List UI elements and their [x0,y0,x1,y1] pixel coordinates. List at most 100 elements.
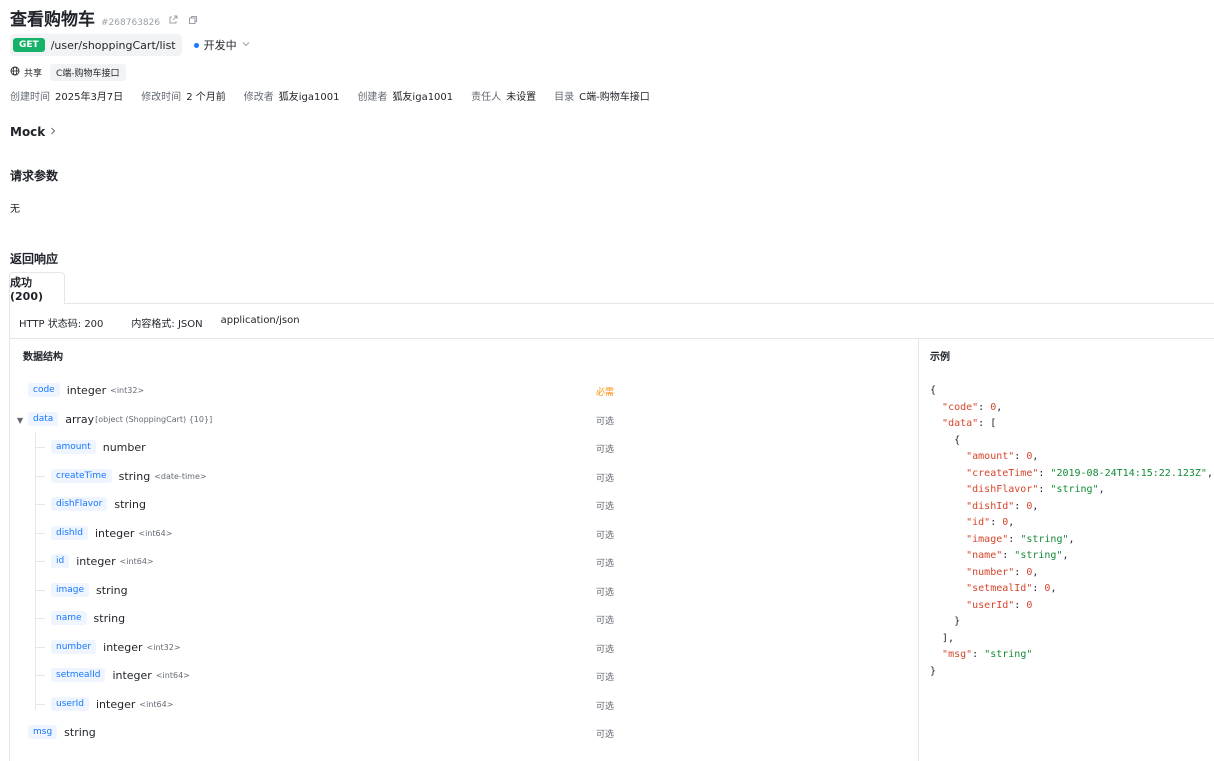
globe-icon [10,66,20,79]
field-name[interactable]: data [28,412,59,426]
meta-row: 创建时间 2025年3月7日 修改时间 2 个月前 修改者 狐友iga1001 创建者… [10,88,650,103]
tree-branch [35,561,45,562]
field-name[interactable]: setmealId [51,668,106,682]
field-row: data array [object (ShoppingCart) {10}] [28,410,212,428]
tree-branch [35,647,45,648]
field-required: 可选 [596,616,615,626]
meta-modifier: 修改者 狐友iga1001 [243,92,340,103]
field-format: [object (ShoppingCart) {10}] [95,414,213,424]
folder-tag[interactable]: C端-购物车接口 [50,64,126,81]
endpoint-path-box[interactable]: GET /user/shoppingCart/list [10,34,182,56]
field-name[interactable]: code [28,383,60,397]
field-type: integer [76,554,116,568]
content-format: 内容格式: JSON [131,319,203,330]
schema-column-header: 数据结构 [23,352,63,363]
field-name[interactable]: msg [28,725,58,739]
meta-creator: 创建者 狐友iga1001 [357,92,454,103]
tree-branch [35,533,45,534]
field-type: string [118,469,151,483]
method-badge: GET [13,38,45,52]
collapse-caret-icon[interactable]: ▼ [17,416,23,425]
field-row: createTime string <date-time> [51,467,207,485]
http-status: HTTP 状态码: 200 [19,319,104,330]
field-name[interactable]: number [51,640,97,654]
field-row: setmealId integer <int64> [51,666,190,684]
field-required: 可选 [596,673,615,683]
example-column-header: 示例 [930,352,950,363]
field-required: 可选 [596,474,615,484]
title-row: 查看购物车 #268763826 [10,5,200,30]
field-format: <int64> [119,556,154,566]
field-required: 可选 [596,502,615,512]
field-row: userId integer <int64> [51,695,173,713]
tree-branch [35,476,45,477]
response-title: 返回响应 [10,252,59,266]
field-type: number [102,440,146,454]
field-name[interactable]: id [51,554,70,568]
field-type: string [93,611,126,625]
field-format: <date-time> [154,471,207,481]
field-row: name string [51,609,125,627]
tree-branch [35,704,45,705]
tree-branch [35,504,45,505]
status-dropdown[interactable]: 开发中 [193,37,250,53]
field-row: number integer <int32> [51,638,181,656]
tree-branch [35,447,45,448]
field-type: integer [112,668,152,682]
mock-label: Mock [10,125,46,139]
field-format: <int32> [146,642,181,652]
field-name[interactable]: amount [51,440,96,454]
field-type: integer [96,697,136,711]
external-link-icon[interactable] [166,13,180,27]
field-row: amount number [51,438,146,456]
field-required: 可选 [596,588,615,598]
field-format: <int64> [138,528,173,538]
endpoint-path: /user/shoppingCart/list [50,38,176,52]
status-label: 开发中 [203,39,237,52]
method-row: GET /user/shoppingCart/list 开发中 [10,34,250,56]
field-required: 可选 [596,645,615,655]
divider [10,338,1214,339]
field-required: 可选 [596,531,615,541]
field-name[interactable]: userId [51,697,89,711]
chevron-down-icon [242,40,250,50]
field-required: 可选 [596,702,615,712]
field-required: 可选 [596,417,615,427]
field-row: dishFlavor string [51,495,146,513]
field-type: integer [66,383,107,397]
field-name[interactable]: dishFlavor [51,497,108,511]
meta-owner: 责任人 未设置 [471,92,537,103]
field-name[interactable]: name [51,611,87,625]
field-type: string [64,725,96,739]
field-row: id integer <int64> [51,552,154,570]
example-json: { "code": 0, "data": [ { "amount": 0, "c… [930,385,1213,677]
field-name[interactable]: image [51,583,90,597]
field-name[interactable]: createTime [51,469,112,483]
field-type: string [114,497,146,511]
copy-icon[interactable] [186,13,200,27]
chevron-right-icon [50,127,56,138]
meta-created-time: 创建时间 2025年3月7日 [10,92,124,103]
field-required: 必需 [596,388,615,398]
meta-modified-time: 修改时间 2 个月前 [141,92,226,103]
page-title: 查看购物车 [10,10,95,30]
share-label: 共享 [24,69,43,79]
field-name[interactable]: dishId [51,526,88,540]
tab-success-200[interactable]: 成功(200) [9,272,65,304]
content-type: application/json [220,315,300,326]
column-divider [918,339,919,761]
mock-section-toggle[interactable]: Mock [10,125,56,139]
request-params-value: 无 [10,204,20,215]
status-dot [193,42,199,48]
field-type: integer [103,640,143,654]
field-format: <int32> [110,385,145,395]
share-button[interactable]: 共享 [10,66,42,79]
field-required: 可选 [596,730,615,740]
tree-line [35,432,36,710]
field-required: 可选 [596,445,615,455]
field-row: dishId integer <int64> [51,524,172,542]
field-format: <int64> [155,670,190,680]
field-type: integer [94,526,135,540]
field-format: <int64> [139,699,174,709]
share-row: 共享 C端-购物车接口 [10,64,126,81]
